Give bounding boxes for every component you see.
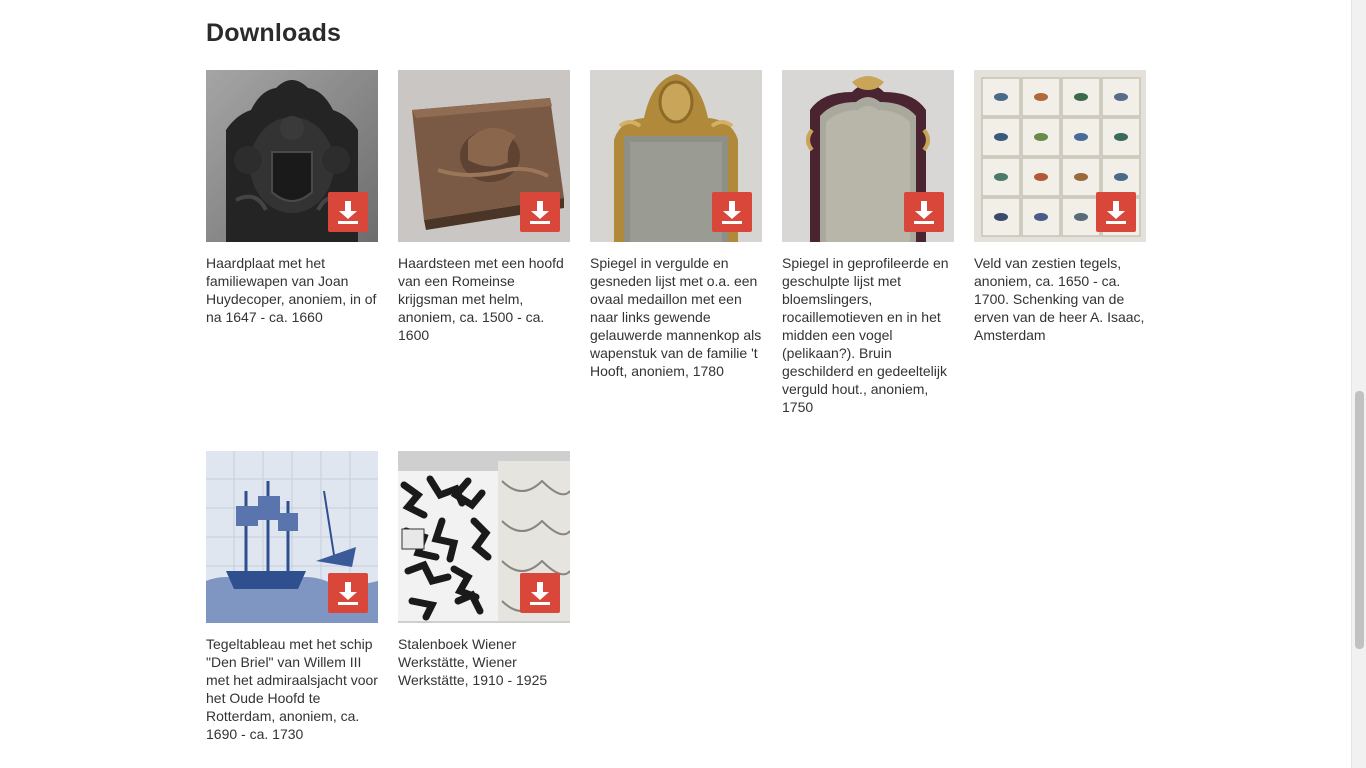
download-button[interactable] (328, 192, 368, 232)
download-button[interactable] (520, 192, 560, 232)
artwork-thumbnail[interactable] (974, 70, 1146, 242)
download-button[interactable] (1096, 192, 1136, 232)
download-icon (1106, 201, 1126, 224)
artwork-caption: Spiegel in vergulde en gesneden lijst me… (590, 255, 762, 379)
download-button[interactable] (328, 573, 368, 613)
download-icon (338, 201, 358, 224)
artwork-thumbnail[interactable] (206, 451, 378, 623)
download-button[interactable] (904, 192, 944, 232)
download-card[interactable]: Haardplaat met het familiewapen van Joan… (206, 70, 378, 326)
download-card[interactable]: Tegeltableau met het schip "Den Briel" v… (206, 451, 378, 743)
download-button[interactable] (520, 573, 560, 613)
artwork-caption: Haardplaat met het familiewapen van Joan… (206, 255, 377, 325)
download-button[interactable] (712, 192, 752, 232)
download-card[interactable]: Haardsteen met een hoofd van een Romeins… (398, 70, 570, 344)
artwork-thumbnail[interactable] (398, 451, 570, 623)
artwork-thumbnail[interactable] (590, 70, 762, 242)
artwork-caption: Spiegel in geprofileerde en geschulpte l… (782, 255, 949, 415)
download-card[interactable]: Veld van zestien tegels, anoniem, ca. 16… (974, 70, 1146, 344)
download-icon (530, 582, 550, 605)
download-card[interactable]: Spiegel in vergulde en gesneden lijst me… (590, 70, 762, 380)
download-icon (338, 582, 358, 605)
artwork-thumbnail[interactable] (206, 70, 378, 242)
download-icon (722, 201, 742, 224)
section-title: Downloads (206, 19, 342, 47)
artwork-caption: Tegeltableau met het schip "Den Briel" v… (206, 636, 378, 742)
artwork-caption: Haardsteen met een hoofd van een Romeins… (398, 255, 564, 343)
download-icon (530, 201, 550, 224)
artwork-thumbnail[interactable] (782, 70, 954, 242)
vertical-scrollbar[interactable] (1351, 0, 1366, 768)
scrollbar-thumb[interactable] (1355, 391, 1364, 649)
download-card[interactable]: Spiegel in geprofileerde en geschulpte l… (782, 70, 954, 416)
download-card[interactable]: Stalenboek Wiener Werkstätte, Wiener Wer… (398, 451, 570, 689)
artwork-caption: Stalenboek Wiener Werkstätte, Wiener Wer… (398, 636, 548, 688)
artwork-thumbnail[interactable] (398, 70, 570, 242)
artwork-caption: Veld van zestien tegels, anoniem, ca. 16… (974, 255, 1145, 343)
download-icon (914, 201, 934, 224)
